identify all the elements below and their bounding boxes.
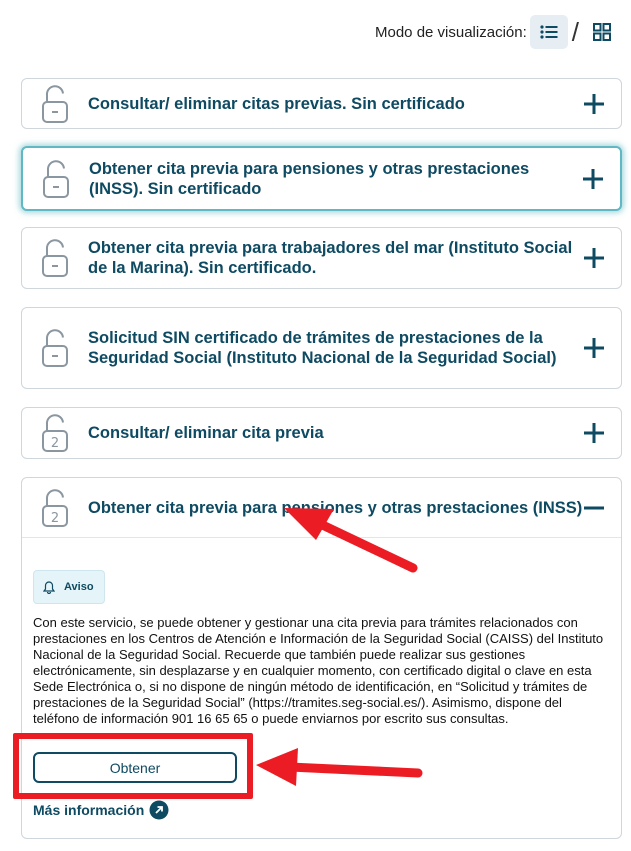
grid-icon: [593, 23, 611, 41]
more-info-link[interactable]: Más información: [33, 800, 169, 820]
plus-icon[interactable]: [582, 168, 604, 190]
lock-open-dash-icon: [42, 329, 68, 367]
service-card-consultar-sin-cert[interactable]: Consultar/ eliminar citas previas. Sin c…: [21, 78, 622, 129]
lock-open-dash-icon: [43, 159, 69, 198]
service-card-header[interactable]: Consultar/ eliminar citas previas. Sin c…: [22, 79, 621, 128]
aviso-label: Aviso: [64, 581, 94, 593]
plus-icon[interactable]: [583, 247, 605, 269]
plus-icon[interactable]: [583, 93, 605, 115]
service-title: Obtener cita previa para trabajadores de…: [88, 239, 573, 277]
lock-open-dash-icon: [42, 239, 68, 277]
service-card-inss-sin-cert[interactable]: Obtener cita previa para pensiones y otr…: [21, 146, 622, 211]
bell-icon: [43, 580, 55, 594]
annotation-highlight-box: [13, 733, 253, 799]
service-card-header[interactable]: Obtener cita previa para pensiones y otr…: [23, 148, 620, 209]
service-description: Con este servicio, se puede obtener y ge…: [33, 615, 604, 726]
aviso-badge: Aviso: [33, 570, 105, 604]
lock-open-2-icon: 2: [42, 488, 68, 527]
plus-icon[interactable]: [583, 422, 605, 444]
view-mode-label: Modo de visualización:: [375, 23, 527, 41]
grid-view-button[interactable]: [583, 15, 621, 49]
service-title: Obtener cita previa para pensiones y otr…: [88, 498, 583, 517]
view-mode-separator: /: [571, 16, 579, 47]
list-icon: [540, 25, 558, 39]
service-title: Consultar/ eliminar cita previa: [88, 424, 324, 442]
lock-open-dash-icon: [42, 84, 68, 123]
service-title: Solicitud SIN certificado de trámites de…: [88, 329, 557, 367]
service-card-ism-sin-cert[interactable]: Obtener cita previa para trabajadores de…: [21, 227, 622, 289]
service-card-header[interactable]: Obtener cita previa para trabajadores de…: [22, 228, 621, 288]
service-card-header[interactable]: 2 Consultar/ eliminar cita previa: [22, 408, 621, 458]
list-view-button[interactable]: [529, 15, 568, 49]
service-title: Consultar/ eliminar citas previas. Sin c…: [88, 94, 465, 113]
service-card-consultar-cita[interactable]: 2 Consultar/ eliminar cita previa: [21, 407, 622, 459]
svg-text:2: 2: [51, 511, 59, 526]
plus-icon[interactable]: [583, 337, 605, 359]
lock-open-2-icon: 2: [42, 414, 68, 452]
minus-icon[interactable]: [583, 497, 605, 519]
service-card-tramites-sin-cert[interactable]: Solicitud SIN certificado de trámites de…: [21, 307, 622, 389]
svg-text:2: 2: [51, 436, 59, 451]
view-mode-selector: Modo de visualización: /: [375, 14, 621, 50]
service-card-header[interactable]: Solicitud SIN certificado de trámites de…: [22, 308, 621, 388]
more-info-label: Más información: [33, 802, 145, 818]
service-title: Obtener cita previa para pensiones y otr…: [89, 159, 530, 198]
service-card-header[interactable]: 2 Obtener cita previa para pensiones y o…: [22, 478, 621, 538]
external-link-icon: [149, 800, 169, 820]
